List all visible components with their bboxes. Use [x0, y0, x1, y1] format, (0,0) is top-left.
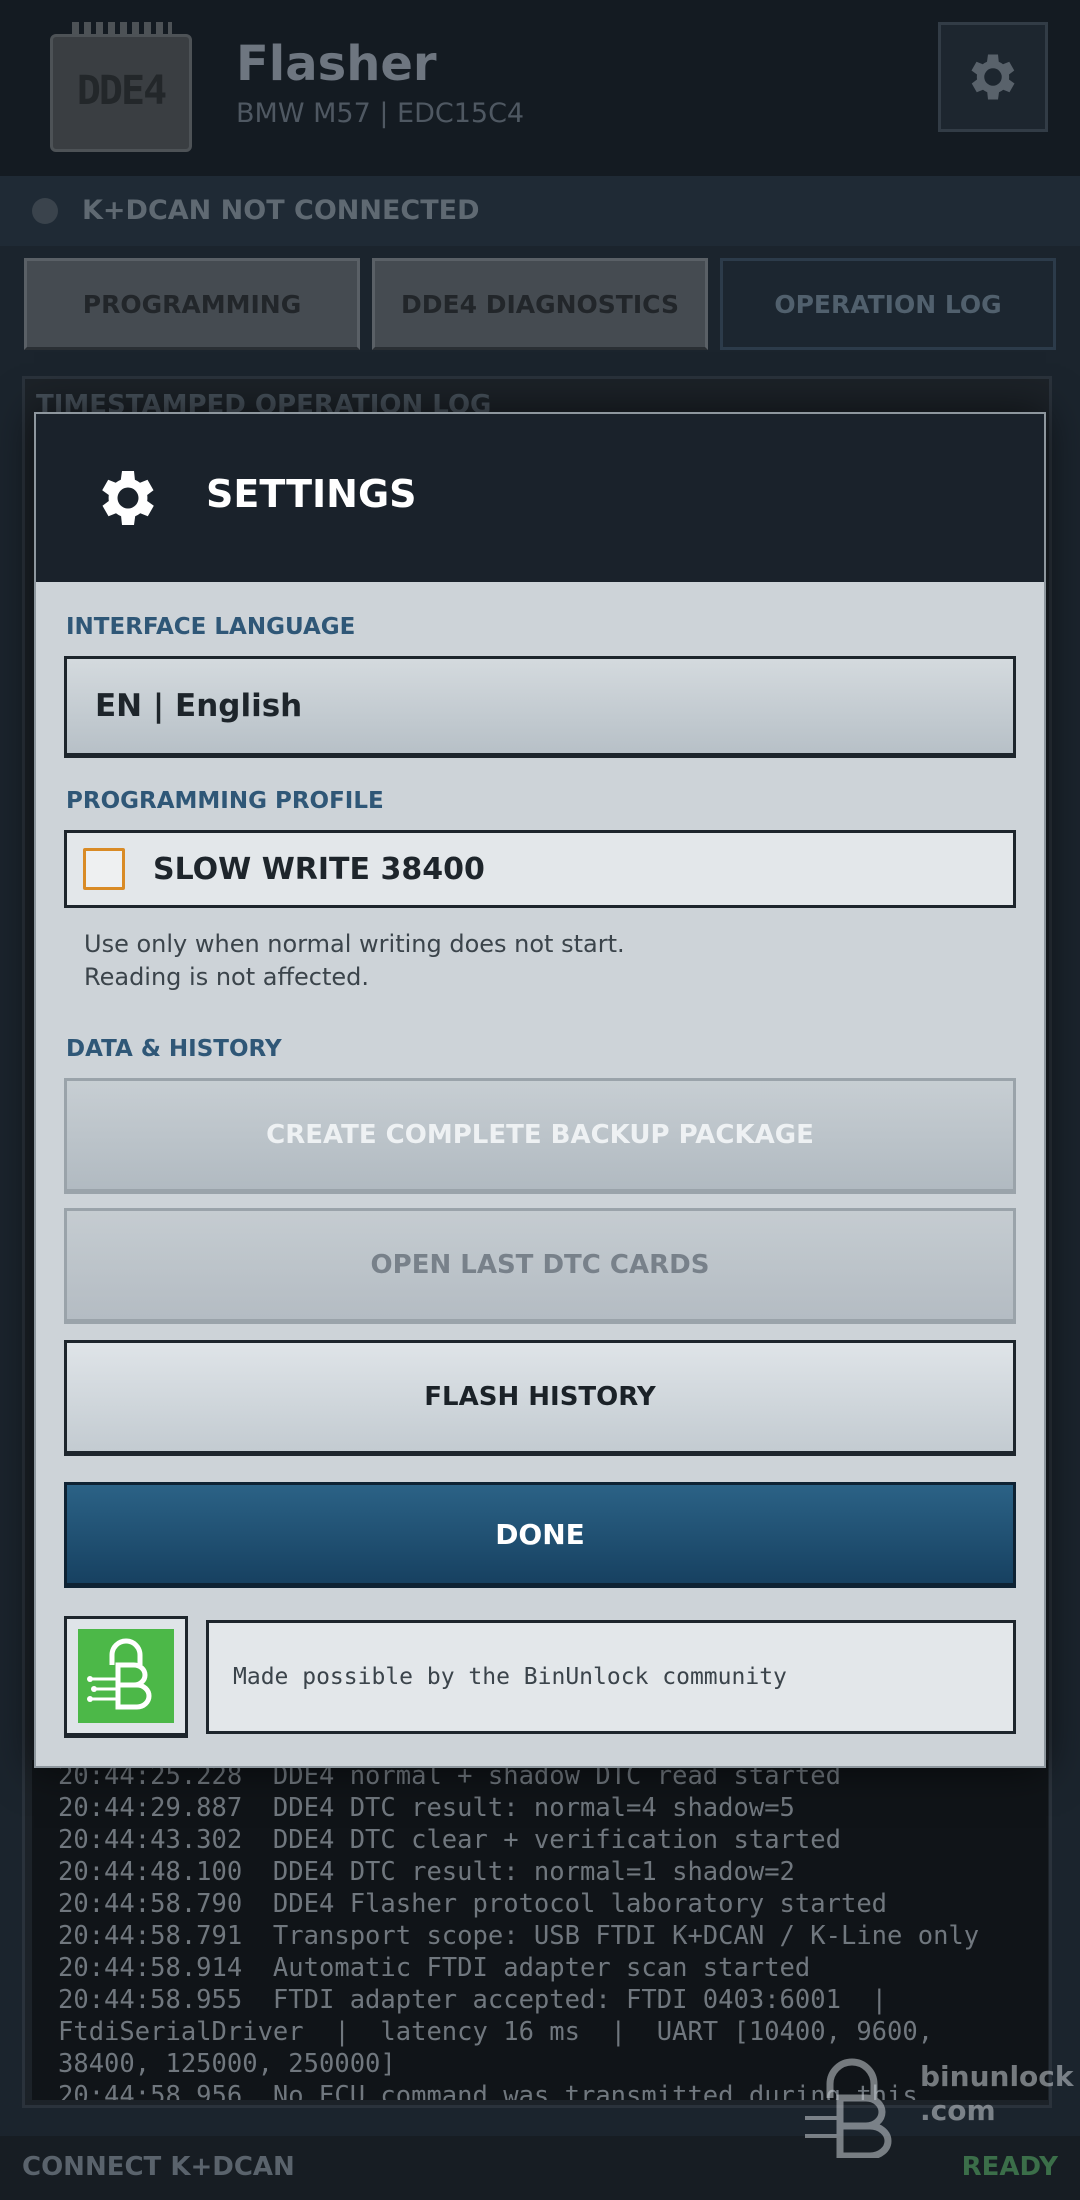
- connection-status-text: K+DCAN NOT CONNECTED: [82, 195, 480, 226]
- log-output[interactable]: 20:44:25.228 DDE4 normal + shadow DTC re…: [32, 1760, 1048, 2100]
- watermark-text-line2: .com: [920, 2094, 996, 2127]
- tab-programming[interactable]: PROGRAMMING: [24, 258, 360, 350]
- main-tabs: PROGRAMMING DDE4 DIAGNOSTICS OPERATION L…: [24, 258, 1056, 350]
- log-line: 20:44:48.100 DDE4 DTC result: normal=1 s…: [58, 1857, 795, 1887]
- ecu-chip-logo: DDE4: [50, 22, 192, 152]
- settings-dialog: SETTINGS INTERFACE LANGUAGE EN | English…: [34, 412, 1046, 1768]
- open-dtc-cards-button[interactable]: OPEN LAST DTC CARDS: [64, 1208, 1016, 1324]
- binunlock-watermark: binunlock .com: [800, 2058, 1074, 2158]
- binunlock-logo-icon: [87, 1638, 152, 1710]
- hint-line-2: Reading is not affected.: [84, 963, 370, 991]
- community-credit: Made possible by the BinUnlock community: [206, 1620, 1016, 1734]
- app-title: Flasher: [236, 36, 437, 92]
- log-line: FtdiSerialDriver | latency 16 ms | UART …: [58, 2017, 934, 2047]
- slow-write-checkbox[interactable]: [83, 848, 125, 890]
- slow-write-toggle[interactable]: SLOW WRITE 38400: [64, 830, 1016, 908]
- settings-dialog-header: SETTINGS: [36, 414, 1044, 582]
- done-button[interactable]: DONE: [64, 1482, 1016, 1588]
- log-line: 20:44:58.955 FTDI adapter accepted: FTDI…: [58, 1985, 888, 2015]
- create-backup-button[interactable]: CREATE COMPLETE BACKUP PACKAGE: [64, 1078, 1016, 1194]
- gear-icon: [102, 471, 154, 525]
- log-line: 20:44:43.302 DDE4 DTC clear + verificati…: [58, 1825, 841, 1855]
- watermark-text-line1: binunlock: [920, 2060, 1074, 2093]
- gear-icon: [971, 54, 1015, 100]
- connection-status-dot: [32, 198, 58, 224]
- app-subtitle: BMW M57 | EDC15C4: [236, 98, 525, 129]
- binunlock-watermark-icon: [805, 2058, 892, 2158]
- tab-dde4-diagnostics[interactable]: DDE4 DIAGNOSTICS: [372, 258, 708, 350]
- flash-history-button[interactable]: FLASH HISTORY: [64, 1340, 1016, 1456]
- log-line: 20:44:29.887 DDE4 DTC result: normal=4 s…: [58, 1793, 795, 1823]
- log-line: 20:44:58.790 DDE4 Flasher protocol labor…: [58, 1889, 888, 1919]
- programming-profile-label: PROGRAMMING PROFILE: [66, 788, 384, 814]
- slow-write-hint: Use only when normal writing does not st…: [84, 928, 625, 994]
- settings-title: SETTINGS: [206, 472, 417, 516]
- hint-line-1: Use only when normal writing does not st…: [84, 930, 625, 958]
- interface-language-label: INTERFACE LANGUAGE: [66, 614, 356, 640]
- tab-operation-log[interactable]: OPERATION LOG: [720, 258, 1056, 350]
- binunlock-logo: [78, 1629, 174, 1723]
- slow-write-label: SLOW WRITE 38400: [153, 851, 485, 887]
- settings-button[interactable]: [938, 22, 1048, 132]
- app-header: DDE4 Flasher BMW M57 | EDC15C4: [0, 0, 1080, 176]
- chip-label: DDE4: [76, 68, 167, 114]
- language-select[interactable]: EN | English: [64, 656, 1016, 758]
- binunlock-logo-button[interactable]: [64, 1616, 188, 1738]
- data-history-label: DATA & HISTORY: [66, 1036, 282, 1062]
- log-line: 20:44:58.791 Transport scope: USB FTDI K…: [58, 1921, 980, 1951]
- connect-kdcan-button[interactable]: CONNECT K+DCAN: [22, 2152, 295, 2182]
- log-line: 20:44:58.914 Automatic FTDI adapter scan…: [58, 1953, 811, 1983]
